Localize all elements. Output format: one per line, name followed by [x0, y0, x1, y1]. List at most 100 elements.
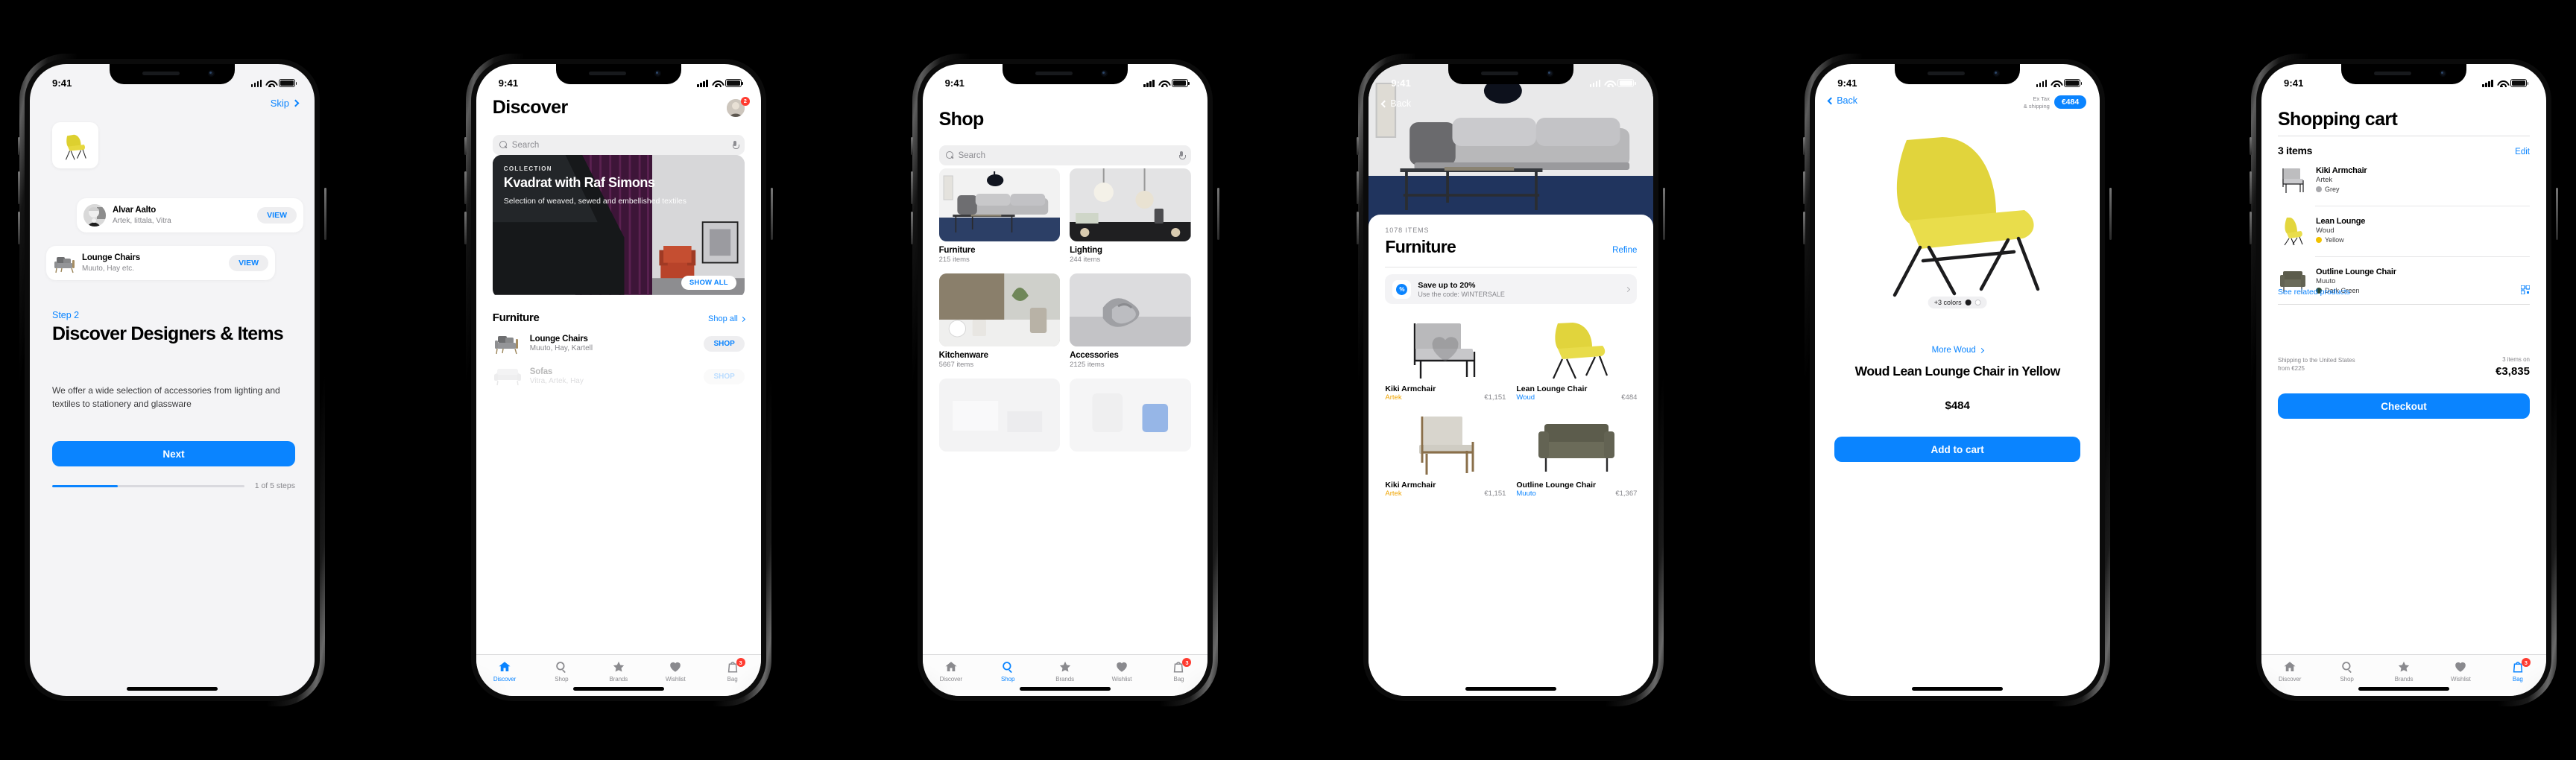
category-cell[interactable]	[1070, 379, 1191, 452]
product-brand: Woud	[2315, 227, 2334, 235]
power-button[interactable]	[2555, 188, 2558, 240]
featured-collection-card[interactable]: COLLECTION Kvadrat with Raf Simons Selec…	[492, 155, 745, 298]
checkout-button[interactable]: Checkout	[2277, 393, 2530, 419]
volume-up-button[interactable]	[2249, 171, 2252, 204]
shop-all-link[interactable]: Shop all	[708, 314, 745, 323]
volume-down-button[interactable]	[1803, 212, 1806, 244]
designer-card[interactable]: Alvar Aalto Artek, Iittala, Vitra VIEW	[77, 198, 303, 232]
home-indicator[interactable]	[1465, 687, 1557, 691]
tab-brands[interactable]: Brands	[1036, 660, 1093, 683]
back-button[interactable]: Back	[1380, 98, 1411, 109]
list-item[interactable]: Sofas Vitra, Artek, Hay SHOP	[493, 365, 745, 387]
discount-icon: %	[1392, 279, 1412, 299]
tab-shop[interactable]: Shop	[533, 660, 590, 683]
home-indicator[interactable]	[572, 687, 664, 691]
qr-code-icon[interactable]	[2520, 285, 2531, 295]
tab-brands[interactable]: Brands	[2375, 660, 2432, 683]
power-button[interactable]	[770, 188, 773, 240]
wifi-icon	[2051, 80, 2060, 88]
power-button[interactable]	[1663, 188, 1666, 240]
tab-shop[interactable]: Shop	[2318, 660, 2375, 683]
color-swatch-white[interactable]	[1974, 300, 1981, 305]
cart-row[interactable]: Kiki Armchair Artek Grey	[2278, 164, 2530, 195]
tab-wishlist[interactable]: Wishlist	[2432, 660, 2489, 683]
microphone-icon[interactable]	[732, 140, 739, 150]
home-indicator[interactable]	[127, 687, 218, 691]
tab-wishlist[interactable]: Wishlist	[1093, 660, 1150, 683]
search-input[interactable]: Search	[938, 145, 1191, 165]
profile-wrap[interactable]: 2	[726, 96, 750, 117]
product-cell[interactable]: Kiki Armchair Artek €1,151	[1385, 313, 1506, 402]
price-chip[interactable]: €484	[2053, 95, 2087, 109]
view-category-button[interactable]: VIEW	[229, 255, 268, 271]
tab-discover[interactable]: Discover	[923, 660, 979, 683]
search-input[interactable]: Search	[492, 135, 745, 155]
category-cell[interactable]: Kitchenware 5667 items	[938, 273, 1061, 369]
price-group: Ex Tax & shipping €484	[2024, 95, 2087, 110]
volume-up-button[interactable]	[910, 171, 913, 204]
see-related-products-link[interactable]: See related products	[2278, 288, 2350, 297]
tab-bag[interactable]: 3 Bag	[704, 658, 760, 683]
onboarding-description: We offer a wide selection of accessories…	[52, 385, 280, 409]
shop-button[interactable]: SHOP	[704, 368, 745, 384]
edit-button[interactable]: Edit	[2515, 148, 2530, 156]
silent-switch[interactable]	[18, 137, 20, 155]
power-button[interactable]	[2109, 188, 2112, 240]
silent-switch[interactable]	[464, 137, 467, 155]
product-meta: Woud €484	[1516, 393, 1637, 402]
volume-down-button[interactable]	[910, 212, 913, 244]
tab-shop[interactable]: Shop	[979, 660, 1036, 683]
home-icon	[2282, 660, 2297, 674]
volume-down-button[interactable]	[464, 212, 467, 244]
volume-up-button[interactable]	[1357, 171, 1360, 204]
silent-switch[interactable]	[2249, 137, 2252, 155]
volume-down-button[interactable]	[2249, 212, 2252, 244]
product-cell[interactable]: Kiki Armchair Artek €1,151	[1385, 409, 1506, 498]
volume-up-button[interactable]	[1803, 171, 1806, 204]
category-cell[interactable]: Accessories 2125 items	[1070, 273, 1191, 369]
color-options-chip[interactable]: +3 colors	[1928, 297, 1987, 308]
volume-down-button[interactable]	[1357, 212, 1360, 244]
view-designer-button[interactable]: VIEW	[257, 207, 297, 224]
color-swatch-black[interactable]	[1965, 300, 1972, 305]
volume-up-button[interactable]	[464, 171, 467, 204]
tab-discover[interactable]: Discover	[2261, 660, 2318, 683]
home-indicator[interactable]	[1912, 687, 2004, 691]
category-cell[interactable]: Furniture 215 items	[938, 168, 1061, 264]
battery-icon	[2510, 79, 2529, 87]
notch	[2340, 64, 2466, 84]
microphone-icon[interactable]	[1178, 151, 1186, 160]
category-cell[interactable]	[938, 379, 1061, 452]
add-to-cart-button[interactable]: Add to cart	[1834, 437, 2081, 462]
list-item[interactable]: Lounge Chairs Muuto, Hay, Kartell SHOP	[493, 332, 745, 355]
tab-bag[interactable]: 3 Bag	[1150, 658, 1207, 683]
volume-down-button[interactable]	[18, 212, 20, 244]
silent-switch[interactable]	[1357, 137, 1360, 155]
show-all-button[interactable]: SHOW ALL	[681, 276, 736, 290]
product-cell[interactable]: Outline Lounge Chair Muuto €1,367	[1516, 409, 1637, 498]
category-card[interactable]: Lounge Chairs Muuto, Hay etc. VIEW	[46, 246, 275, 280]
back-button[interactable]: Back	[1827, 95, 1857, 106]
silent-switch[interactable]	[910, 137, 913, 155]
wishlist-heart-overlay-icon[interactable]	[1428, 332, 1462, 363]
silent-switch[interactable]	[1803, 137, 1806, 155]
category-cell[interactable]: Lighting 244 items	[1070, 168, 1191, 264]
promo-banner[interactable]: % Save up to 20% Use the code: WINTERSAL…	[1385, 274, 1638, 304]
product-cell[interactable]: Lean Lounge Chair Woud €484	[1516, 313, 1637, 402]
cart-row[interactable]: Lean Lounge Woud Yellow	[2278, 215, 2530, 246]
next-button[interactable]: Next	[52, 441, 295, 466]
volume-up-button[interactable]	[18, 171, 20, 204]
tab-wishlist[interactable]: Wishlist	[647, 660, 704, 683]
home-indicator[interactable]	[2358, 687, 2449, 691]
power-button[interactable]	[324, 188, 326, 240]
tab-bag[interactable]: 3 Bag	[2490, 658, 2546, 683]
product-name: Kiki Armchair	[1385, 384, 1436, 393]
more-brand-link[interactable]: More Woud	[1815, 346, 2100, 355]
home-indicator[interactable]	[1019, 687, 1111, 691]
tab-brands[interactable]: Brands	[590, 660, 647, 683]
power-button[interactable]	[1216, 188, 1219, 240]
refine-button[interactable]: Refine	[1612, 246, 1637, 255]
tab-discover[interactable]: Discover	[476, 660, 533, 683]
skip-button[interactable]: Skip	[271, 98, 300, 109]
shop-button[interactable]: SHOP	[704, 335, 745, 352]
